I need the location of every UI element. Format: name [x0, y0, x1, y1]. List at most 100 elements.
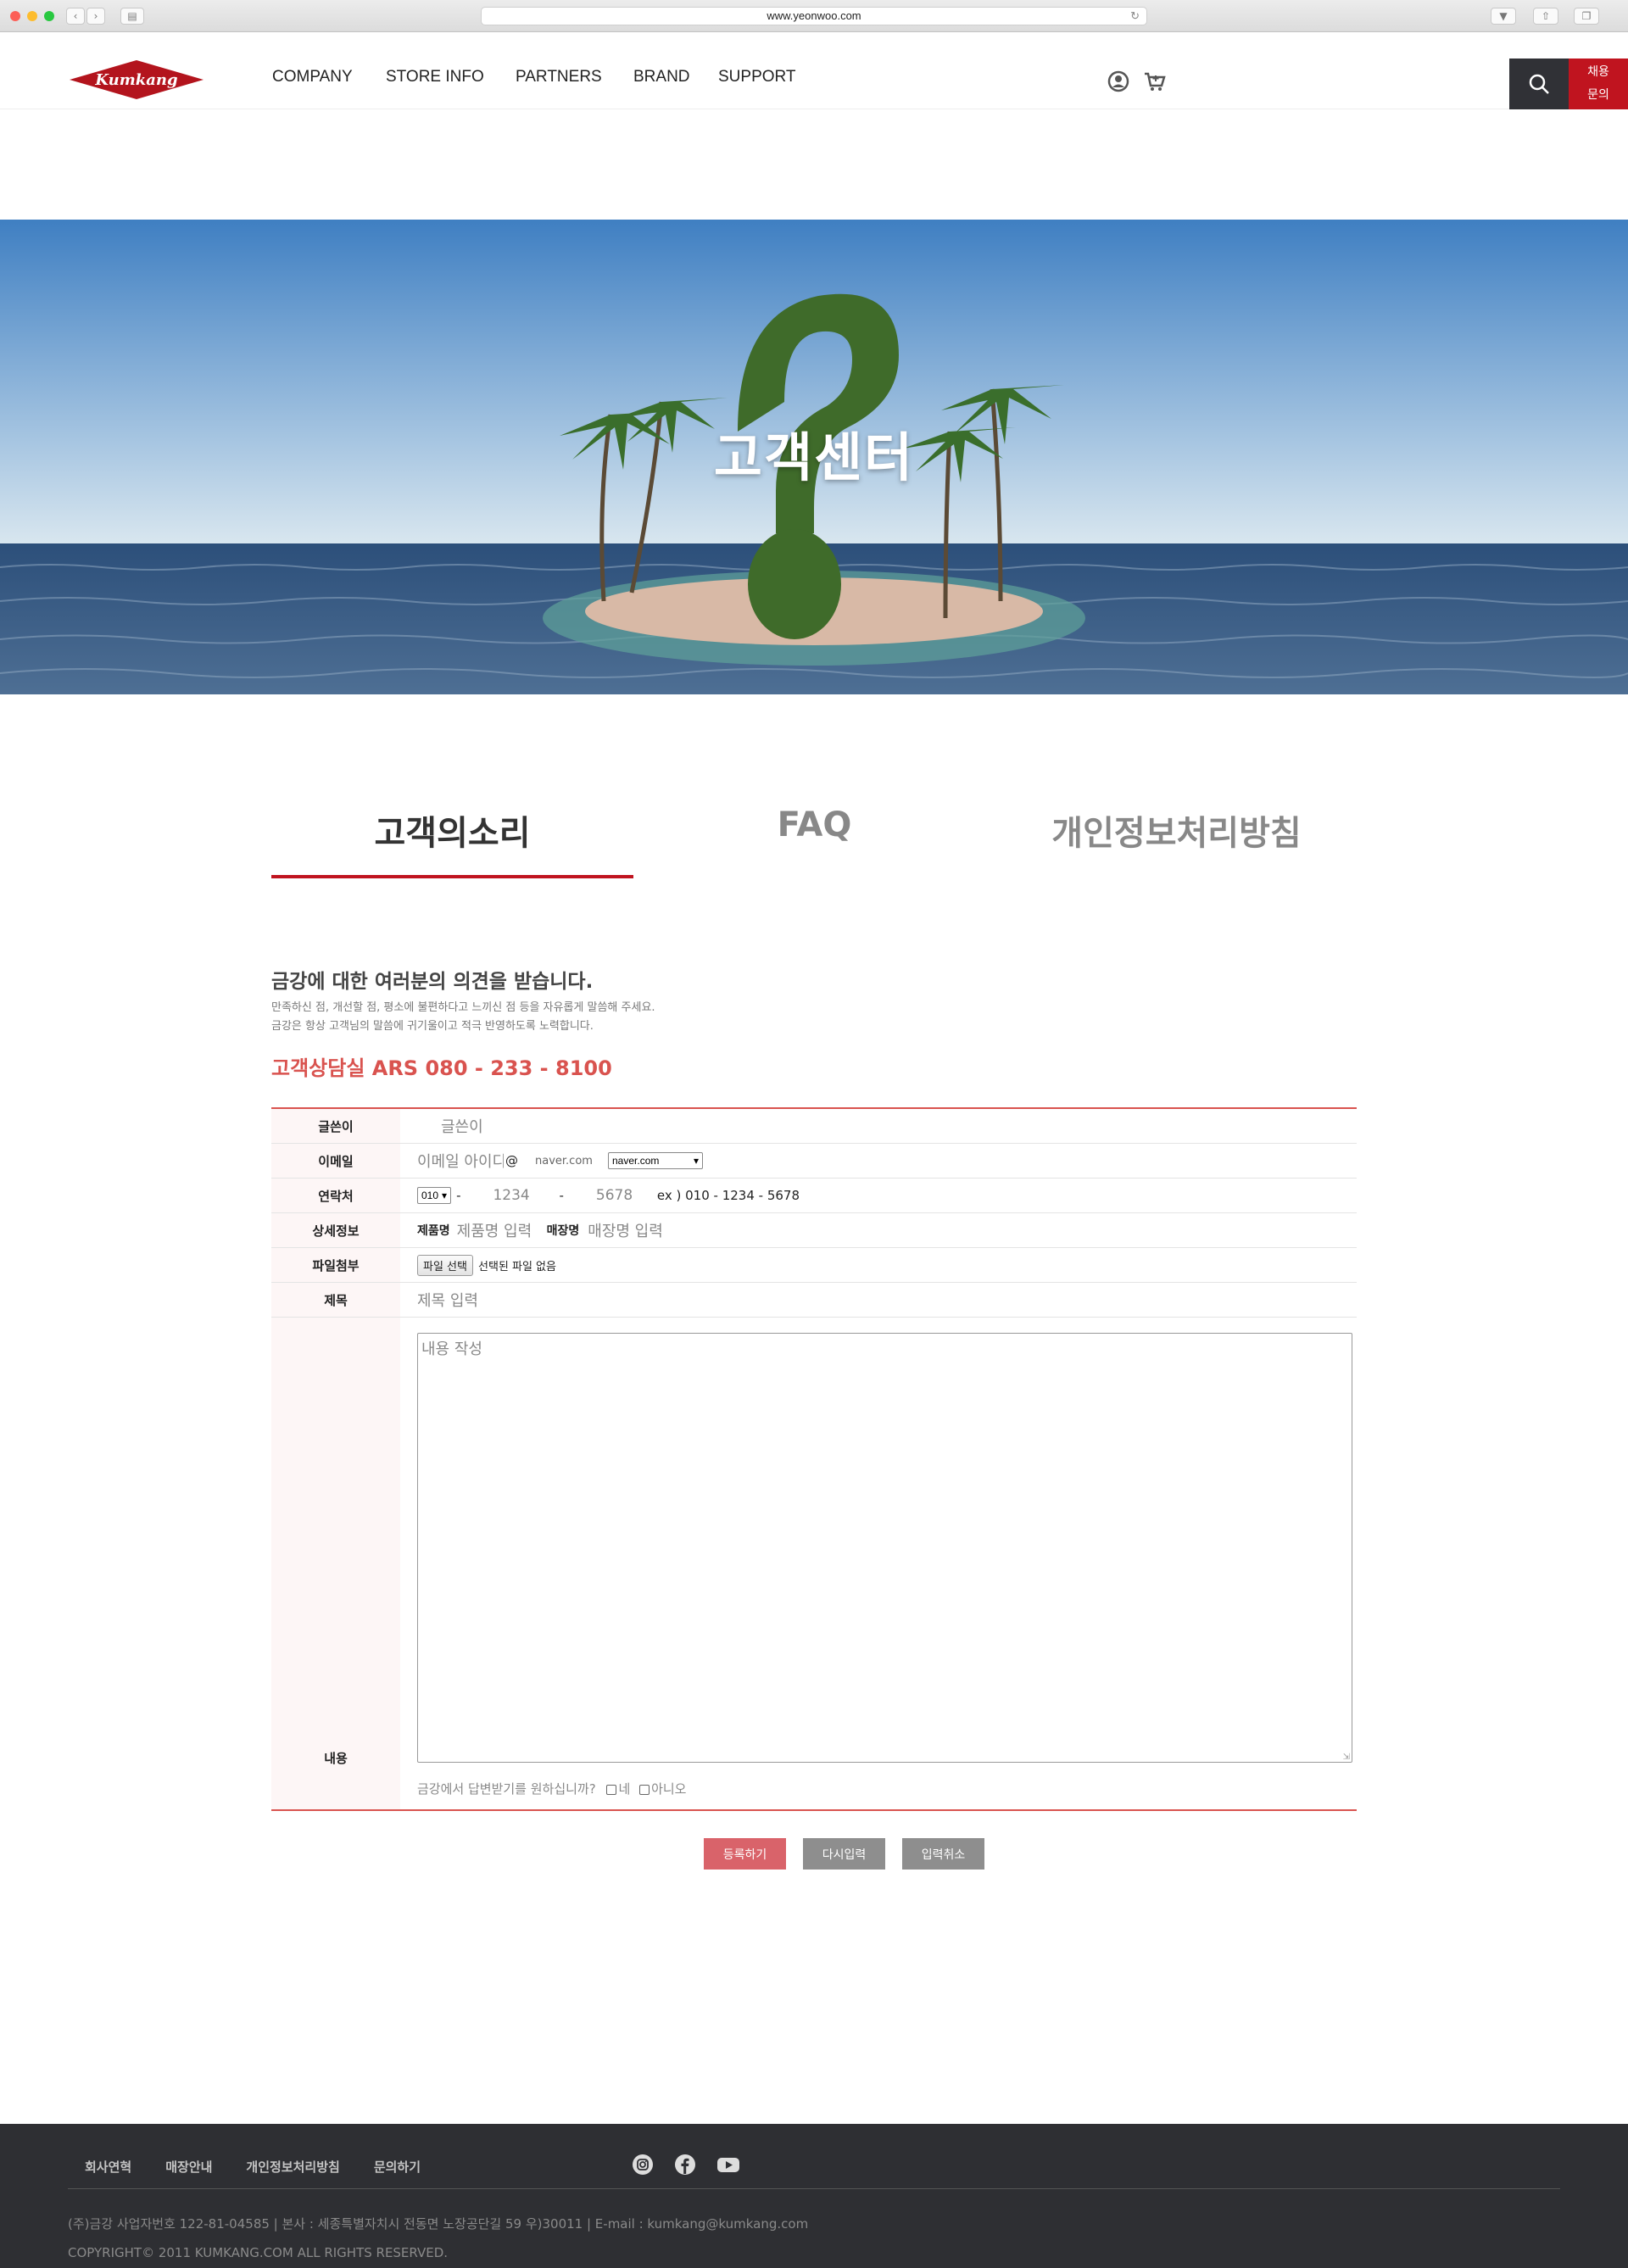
download-icon[interactable]: ▼: [1491, 8, 1516, 25]
product-name-label: 제품명: [417, 1224, 450, 1238]
file-row: 파일첨부 파일 선택 선택된 파일 없음: [271, 1248, 1357, 1283]
hero-title: 고객센터: [713, 426, 915, 488]
title-input[interactable]: 제목 입력: [417, 1289, 478, 1311]
detail-row: 상세정보 제품명 제품명 입력 매장명 매장명 입력: [271, 1213, 1357, 1248]
product-name-input[interactable]: 제품명 입력: [457, 1219, 547, 1241]
nav-support[interactable]: SUPPORT: [718, 68, 796, 86]
nav-store-info[interactable]: STORE INFO: [386, 68, 484, 86]
footer-link-contact[interactable]: 문의하기: [374, 2158, 421, 2176]
phone-prefix-select[interactable]: 010 ▾: [417, 1187, 452, 1204]
footer-link-stores[interactable]: 매장안내: [165, 2158, 212, 2176]
reset-button[interactable]: 다시입력: [803, 1838, 885, 1870]
detail-label: 상세정보: [271, 1213, 400, 1247]
email-at-sign: @: [505, 1153, 518, 1168]
reply-no-checkbox[interactable]: [639, 1784, 650, 1795]
intro-line-2: 금강은 항상 고객님의 말씀에 귀기울이고 적극 반영하도록 노력합니다.: [271, 1020, 594, 1033]
reply-option: 금강에서 답변받기를 원하십니까? 네 아니오: [417, 1780, 686, 1797]
content-row: 내용 내용 작성 ⇲ 금강에서 답변받기를 원하십니까? 네 아니오: [271, 1318, 1357, 1809]
instagram-icon[interactable]: [632, 2154, 654, 2176]
resize-handle-icon[interactable]: ⇲: [1343, 1753, 1350, 1762]
reply-question: 금강에서 답변받기를 원하십니까?: [417, 1781, 596, 1797]
phone-dash-2: -: [559, 1188, 564, 1203]
reload-icon[interactable]: ↻: [1130, 8, 1140, 25]
chevron-down-icon: ▾: [442, 1190, 448, 1201]
nav-brand[interactable]: BRAND: [633, 68, 690, 86]
cancel-button[interactable]: 입력취소: [902, 1838, 984, 1870]
email-domain-selected: naver.com: [612, 1155, 660, 1167]
email-row: 이메일 이메일 아이디 @ naver.com naver.com ▾: [271, 1144, 1357, 1179]
footer-link-privacy[interactable]: 개인정보처리방침: [246, 2158, 339, 2176]
footer-info: (주)금강 사업자번호 122-81-04585 | 본사 : 세종특별자치시 …: [68, 2209, 808, 2267]
site-header: Kumkang COMPANY COMPANY STORE INFO PARTN…: [0, 33, 1628, 109]
writer-row: 글쓴이 글쓴이: [271, 1109, 1357, 1144]
user-icon[interactable]: [1107, 70, 1129, 92]
phone-label: 연락처: [271, 1179, 400, 1212]
email-label: 이메일: [271, 1144, 400, 1178]
ars-phone: 고객상담실 ARS 080 - 233 - 8100: [271, 1056, 612, 1080]
tabs-icon[interactable]: ❐: [1574, 8, 1599, 25]
active-tab-indicator: [271, 875, 633, 878]
chevron-down-icon: ▾: [693, 1155, 699, 1167]
email-id-input[interactable]: 이메일 아이디: [417, 1150, 504, 1172]
content-placeholder: 내용 작성: [421, 1340, 482, 1358]
site-footer: 회사연혁 매장안내 개인정보처리방침 문의하기 (주)금강 사업자번호 122-…: [0, 2124, 1628, 2268]
tab-privacy-policy[interactable]: 개인정보처리방침: [995, 805, 1358, 855]
submit-button[interactable]: 등록하기: [704, 1838, 786, 1870]
content-textarea[interactable]: 내용 작성 ⇲: [417, 1333, 1352, 1763]
kumkang-logo[interactable]: Kumkang: [68, 59, 205, 101]
copyright: COPYRIGHT© 2011 KUMKANG.COM ALL RIGHTS R…: [68, 2245, 449, 2260]
writer-label: 글쓴이: [271, 1109, 400, 1143]
footer-link-history[interactable]: 회사연혁: [85, 2158, 131, 2176]
sidebar-icon[interactable]: ▤: [120, 8, 144, 25]
store-name-label: 매장명: [546, 1224, 580, 1238]
header-icons: [1107, 70, 1167, 92]
store-name-input[interactable]: 매장명 입력: [588, 1219, 663, 1241]
recruit-label: 채용: [1587, 65, 1609, 79]
email-domain-select[interactable]: naver.com ▾: [608, 1152, 703, 1169]
intro-section: 금강에 대한 여러분의 의견을 받습니다. 만족하신 점, 개선할 점, 평소에…: [271, 965, 1357, 1036]
forward-icon[interactable]: ›: [86, 8, 105, 25]
tab-faq[interactable]: FAQ: [633, 805, 995, 844]
nav-partners[interactable]: PARTNERS: [516, 68, 602, 86]
back-icon[interactable]: ‹: [66, 8, 85, 25]
logo-text: Kumkang: [94, 71, 177, 89]
inquiry-label: 문의: [1587, 88, 1609, 102]
address-bar[interactable]: www.yeonwoo.com ↻: [481, 7, 1147, 25]
tab-customer-voice[interactable]: 고객의소리: [271, 805, 633, 855]
file-label: 파일첨부: [271, 1248, 400, 1282]
share-icon[interactable]: ⇧: [1533, 8, 1558, 25]
close-window-button[interactable]: [10, 11, 20, 21]
search-button[interactable]: [1509, 59, 1569, 109]
intro-heading: 금강에 대한 여러분의 의견을 받습니다.: [271, 971, 594, 993]
maximize-window-button[interactable]: [44, 11, 54, 21]
writer-input[interactable]: 글쓴이: [441, 1115, 483, 1137]
title-row: 제목 제목 입력: [271, 1283, 1357, 1318]
social-links: [632, 2154, 740, 2176]
support-tabs: 고객의소리 FAQ 개인정보처리방침: [271, 805, 1357, 882]
phone-dash-1: -: [456, 1188, 461, 1203]
email-domain-input[interactable]: naver.com: [523, 1155, 608, 1167]
hero-banner: 고객센터: [0, 220, 1628, 694]
youtube-icon[interactable]: [716, 2154, 740, 2176]
reply-yes-checkbox[interactable]: [606, 1784, 617, 1795]
phone-prefix-selected: 010: [421, 1190, 439, 1201]
phone-example: ex ) 010 - 1234 - 5678: [656, 1188, 800, 1203]
reply-yes-label: 네: [618, 1781, 631, 1797]
url-text: www.yeonwoo.com: [767, 9, 861, 22]
form-actions: 등록하기 다시입력 입력취소: [704, 1838, 984, 1870]
facebook-icon[interactable]: [674, 2154, 696, 2176]
cart-icon[interactable]: [1143, 70, 1167, 92]
nav-company-link[interactable]: COMPANY: [272, 68, 353, 86]
file-select-button[interactable]: 파일 선택: [417, 1254, 473, 1276]
file-status: 선택된 파일 없음: [477, 1260, 556, 1273]
minimize-window-button[interactable]: [27, 11, 37, 21]
search-icon: [1529, 74, 1549, 94]
company-info: (주)금강 사업자번호 122-81-04585 | 본사 : 세종특별자치시 …: [68, 2216, 809, 2232]
phone-last-input[interactable]: 5678: [596, 1187, 638, 1204]
title-label: 제목: [271, 1283, 400, 1317]
footer-menu: 회사연혁 매장안내 개인정보처리방침 문의하기: [85, 2158, 421, 2176]
recruit-inquiry-button[interactable]: 채용 문의: [1569, 59, 1628, 109]
phone-middle-input[interactable]: 1234: [493, 1187, 535, 1204]
browser-toolbar: ‹ › ▤ www.yeonwoo.com ↻ ▼ ⇧ ❐: [0, 0, 1628, 32]
inquiry-form: 글쓴이 글쓴이 이메일 이메일 아이디 @ naver.com naver.co…: [271, 1107, 1357, 1811]
